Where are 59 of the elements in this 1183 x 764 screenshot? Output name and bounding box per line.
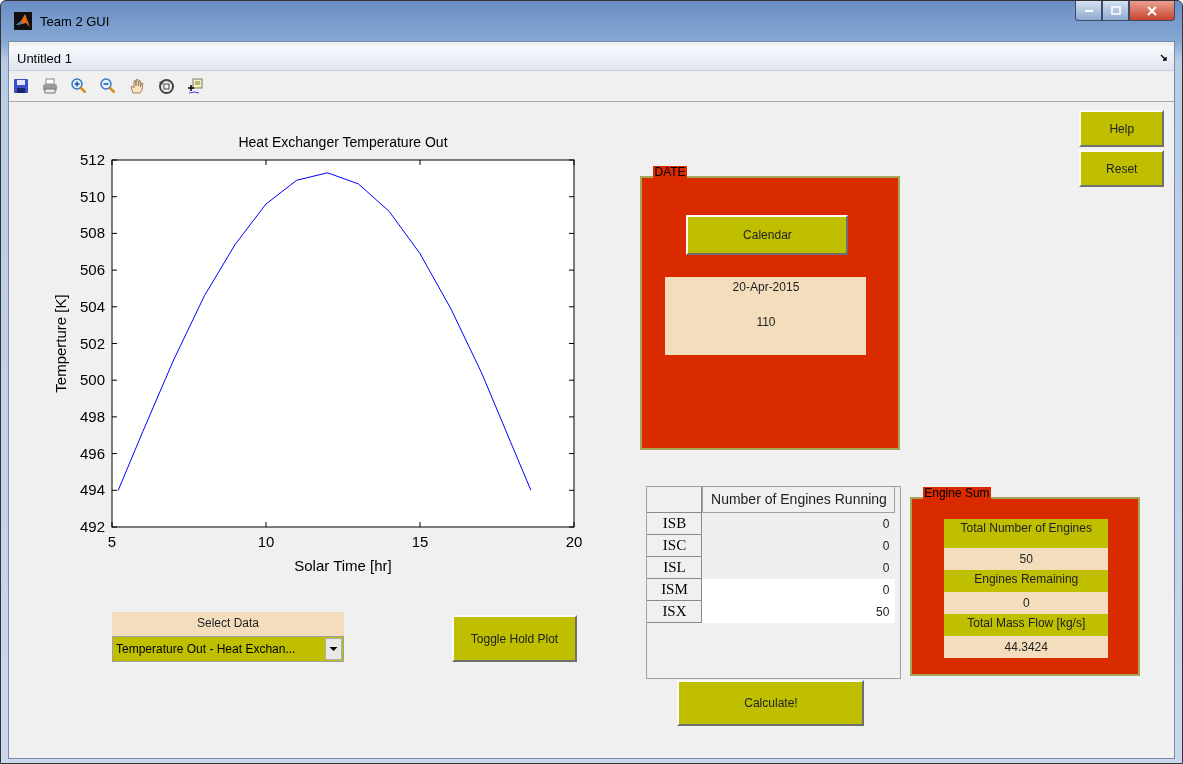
row-header: ISM: [647, 579, 703, 601]
tick-label: 504: [79, 297, 105, 315]
zoom-out-icon[interactable]: [100, 78, 116, 94]
tick-label: 496: [79, 444, 105, 462]
window-title: Team 2 GUI: [40, 13, 110, 29]
result-value: 0: [944, 592, 1109, 614]
rotate-icon[interactable]: [158, 78, 174, 94]
row-header: ISB: [647, 513, 703, 535]
tick-label: 498: [79, 407, 105, 425]
panel-title: Engine Sum: [923, 487, 991, 500]
row-header: ISC: [647, 535, 703, 557]
row-header: ISX: [647, 601, 703, 623]
table-cell[interactable]: 0: [702, 579, 896, 601]
result-label: Total Number of Engines: [944, 519, 1109, 548]
dock-arrow-icon[interactable]: [1160, 54, 1168, 62]
calculate-button[interactable]: Calculate!: [677, 680, 865, 726]
tick-label: 506: [79, 261, 105, 279]
tick-label: 492: [79, 518, 105, 535]
panel-title: DATE: [653, 166, 687, 179]
document-title: Untitled 1: [17, 50, 72, 66]
table-cell[interactable]: 50: [702, 601, 896, 623]
zoom-in-icon[interactable]: [71, 78, 87, 94]
maximize-button[interactable]: [1102, 1, 1129, 21]
help-button[interactable]: Help: [1079, 110, 1165, 147]
day-number: 110: [756, 315, 776, 329]
result-value: 50: [944, 548, 1109, 570]
peak-icon: [14, 12, 32, 30]
tick-label: 10: [257, 533, 275, 550]
tick-label: 5: [107, 533, 117, 550]
field-label: Select Data: [112, 612, 344, 636]
result-value: 44.3424: [944, 636, 1109, 658]
minimize-icon: [1084, 9, 1093, 12]
tick-label: 500: [79, 371, 105, 389]
tick-label: 494: [79, 481, 105, 499]
minimize-button[interactable]: [1075, 1, 1102, 21]
result-label: Engines Remaining: [944, 570, 1109, 592]
tick-label: 20: [565, 533, 583, 550]
reset-button[interactable]: Reset: [1079, 150, 1165, 187]
calendar-button[interactable]: Calendar: [686, 215, 849, 255]
hand-icon[interactable]: [129, 78, 145, 94]
close-button[interactable]: [1129, 1, 1175, 21]
tick-label: 512: [79, 151, 105, 168]
close-icon: [1146, 4, 1158, 17]
tick-label: 502: [79, 334, 105, 352]
data-dropdown[interactable]: Temperature Out - Heat Exchan...: [112, 636, 344, 662]
toggle-hold-button[interactable]: Toggle Hold Plot: [452, 615, 577, 662]
chart-title: Heat Exchanger Temperature Out: [238, 134, 448, 150]
row-header: ISL: [647, 557, 703, 579]
data-cursor-icon[interactable]: [187, 78, 203, 94]
maximize-icon: [1110, 5, 1121, 16]
printer-icon[interactable]: [42, 78, 58, 94]
result-label: Total Mass Flow [kg/s]: [944, 614, 1109, 636]
date-text: 20-Apr-2015: [732, 280, 800, 294]
tick-label: 510: [79, 187, 105, 205]
y-axis-label: Temperture [K]: [52, 294, 69, 393]
tick-label: 15: [411, 533, 429, 550]
x-axis-label: Solar Time [hr]: [294, 557, 392, 574]
save-icon[interactable]: [13, 78, 29, 94]
tick-label: 508: [79, 224, 105, 242]
